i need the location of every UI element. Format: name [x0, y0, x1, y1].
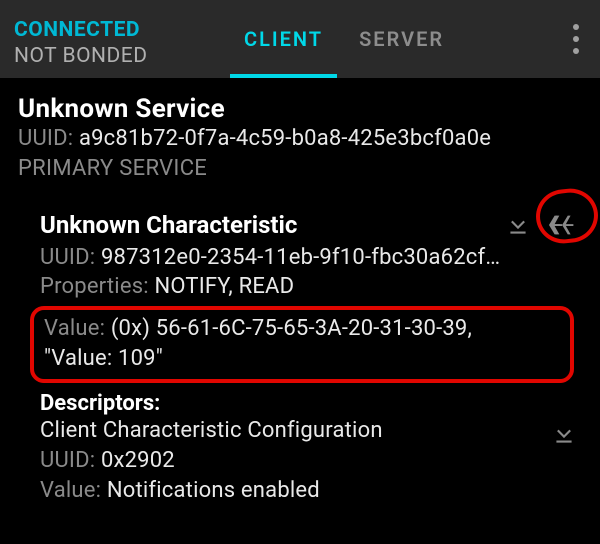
- service-uuid-label: UUID:: [18, 126, 79, 151]
- characteristic-props-label: Properties:: [40, 274, 154, 299]
- tab-bar: CLIENT SERVER: [226, 0, 462, 78]
- status-connected-label: CONNECTED: [14, 18, 186, 42]
- read-characteristic-button[interactable]: [500, 207, 536, 243]
- download-icon: [551, 421, 577, 447]
- tab-client[interactable]: CLIENT: [226, 0, 341, 78]
- descriptors-heading: Descriptors:: [40, 391, 582, 416]
- descriptor-name: Client Characteristic Configuration: [40, 416, 540, 446]
- characteristic-value-hex: (0x) 56-61-6C-75-65-3A-20-31-30-39,: [111, 316, 472, 341]
- descriptor-uuid-line: UUID: 0x2902: [40, 446, 540, 476]
- characteristic-uuid-value: 987312e0-2354-11eb-9f10-fbc30a62cf…: [101, 243, 500, 273]
- service-type-label: PRIMARY SERVICE: [18, 156, 582, 181]
- characteristic-props-value: NOTIFY, READ: [154, 274, 294, 299]
- service-heading: Unknown Service: [18, 94, 582, 124]
- characteristic-value-line1: Value: (0x) 56-61-6C-75-65-3A-20-31-30-3…: [44, 314, 560, 344]
- overflow-menu-icon: [573, 21, 579, 57]
- characteristic-actions: [500, 207, 582, 243]
- service-uuid-line: UUID: a9c81b72-0f7a-4c59-b0a8-425e3bcf0a…: [18, 124, 582, 154]
- status-bond-label: NOT BONDED: [14, 44, 186, 68]
- descriptor-value-value: Notifications enabled: [107, 478, 320, 503]
- overflow-menu-button[interactable]: [552, 0, 600, 78]
- app-bar: CONNECTED NOT BONDED CLIENT SERVER: [0, 0, 600, 78]
- descriptor-text-block: Client Characteristic Configuration UUID…: [40, 416, 540, 505]
- descriptor-uuid-value: 0x2902: [101, 448, 175, 473]
- read-descriptor-button[interactable]: [546, 416, 582, 452]
- characteristic-uuid-line: UUID: 987312e0-2354-11eb-9f10-fbc30a62cf…: [40, 243, 582, 273]
- content-area: Unknown Service UUID: a9c81b72-0f7a-4c59…: [0, 78, 600, 516]
- characteristic-uuid-label: UUID:: [40, 245, 101, 270]
- connection-status: CONNECTED NOT BONDED: [0, 0, 200, 78]
- characteristic-heading: Unknown Characteristic: [40, 211, 500, 239]
- descriptor-row: Client Characteristic Configuration UUID…: [40, 416, 582, 505]
- subscribe-notify-button[interactable]: [546, 207, 582, 243]
- descriptor-value-line: Value: Notifications enabled: [40, 476, 540, 506]
- characteristic-properties-line: Properties: NOTIFY, READ: [40, 272, 582, 302]
- tab-server[interactable]: SERVER: [341, 0, 462, 78]
- descriptor-uuid-label: UUID:: [40, 448, 101, 473]
- notify-multi-arrow-icon: [549, 211, 579, 239]
- service-uuid-value: a9c81b72-0f7a-4c59-b0a8-425e3bcf0a0e: [79, 126, 491, 151]
- descriptor-value-label: Value:: [40, 478, 107, 503]
- download-icon: [505, 212, 531, 238]
- characteristic-title-row: Unknown Characteristic: [40, 207, 582, 243]
- annotation-value-highlight: Value: (0x) 56-61-6C-75-65-3A-20-31-30-3…: [30, 306, 574, 383]
- characteristic-block: Unknown Characteristic UUID: 987312e0-23…: [18, 207, 582, 506]
- characteristic-value-label: Value:: [44, 316, 111, 341]
- characteristic-value-string: "Value: 109": [44, 344, 560, 374]
